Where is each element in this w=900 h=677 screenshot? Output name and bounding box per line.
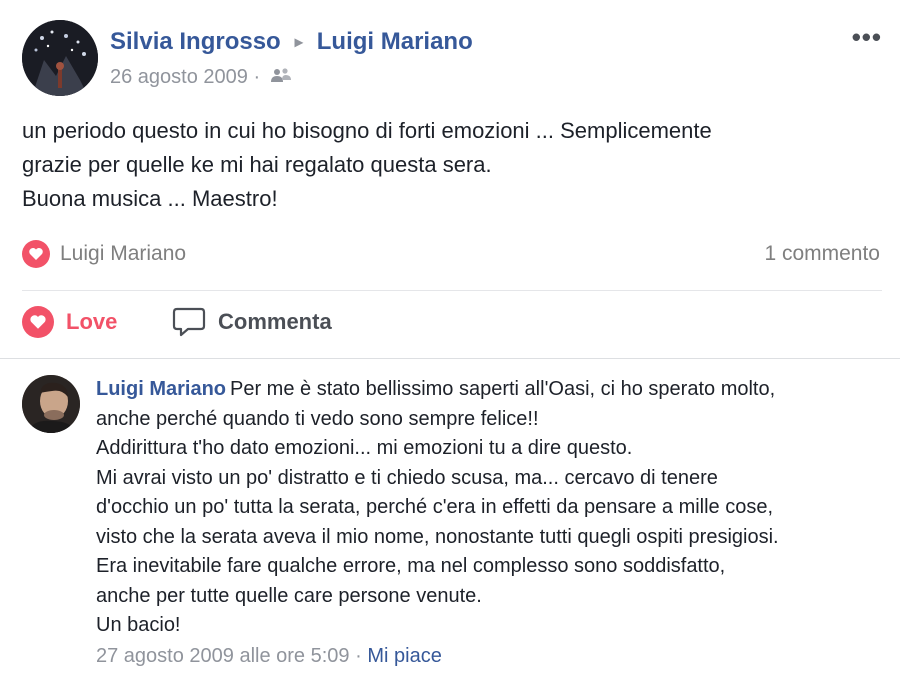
comment-line: Era inevitabile fare qualche errore, ma … [96, 555, 726, 577]
comment-count[interactable]: 1 commento [764, 242, 880, 266]
reactions-summary: Luigi Mariano 1 commento [22, 236, 882, 272]
post-date[interactable]: 26 agosto 2009 [110, 66, 248, 88]
friends-icon[interactable] [270, 66, 292, 89]
meta-dot: · [253, 66, 261, 88]
target-name[interactable]: Luigi Mariano [317, 28, 473, 55]
heart-icon[interactable] [22, 240, 50, 268]
post-text: un periodo questo in cui ho bisogno di f… [22, 114, 882, 216]
action-bar: Love Commenta [22, 300, 882, 348]
author-name[interactable]: Silvia Ingrosso [110, 28, 281, 55]
post-text-line: grazie per quelle ke mi hai regalato que… [22, 152, 492, 177]
post-text-line: Buona musica ... Maestro! [22, 186, 278, 211]
more-options-icon[interactable]: ••• [852, 22, 882, 53]
comment-line: Luigi Mariano Per me è stato bellissimo s… [96, 375, 886, 405]
comment-text: Per me è stato bellissimo saperti all'Oa… [230, 378, 776, 400]
comment-line: anche perché quando ti vedo sono sempre … [96, 407, 539, 430]
comment-line: d'occhio un po' tutta la serata, perché … [96, 496, 774, 518]
comment-like-link[interactable]: Mi piace [367, 645, 441, 667]
author-avatar[interactable] [22, 20, 98, 96]
comment-line: anche per tutte quelle care persone venu… [96, 584, 482, 607]
love-button[interactable]: Love [22, 306, 117, 338]
commenter-avatar[interactable] [22, 375, 80, 433]
comment-author[interactable]: Luigi Mariano [96, 378, 226, 400]
post-header: Silvia Ingrosso ▸ Luigi Mariano 26 agosto … [22, 20, 882, 100]
comment-line: visto che la serata aveva il mio nome, n… [96, 525, 779, 548]
comment-line: Addirittura t'ho dato emozioni... mi emo… [96, 437, 633, 459]
comment-line: Mi avrai visto un po' distratto e ti chi… [96, 466, 718, 489]
avatar-image [22, 20, 98, 96]
reactor-names[interactable]: Luigi Mariano [60, 242, 186, 266]
comment-button[interactable]: Commenta [172, 306, 332, 338]
comment-body: Luigi Mariano Per me è stato bellissimo s… [96, 375, 886, 641]
post-title: Silvia Ingrosso ▸ Luigi Mariano [110, 28, 473, 56]
separator-arrow-icon: ▸ [294, 34, 303, 51]
comment-meta: 27 agosto 2009 alle ore 5:09 · Mi piace [96, 645, 442, 668]
comment-label: Commenta [218, 309, 332, 334]
comment-bubble-icon [172, 307, 206, 337]
post-meta: 26 agosto 2009 · [110, 66, 292, 89]
love-label: Love [66, 309, 118, 334]
comments-section: Luigi Mariano Per me è stato bellissimo s… [0, 358, 900, 677]
divider [22, 290, 882, 291]
comment-line: Un bacio! [96, 614, 181, 636]
love-heart-icon [22, 306, 54, 338]
commenter-avatar-image [22, 375, 80, 433]
comment-meta-dot: · [355, 645, 362, 667]
post-text-line: un periodo questo in cui ho bisogno di f… [22, 118, 712, 143]
comment-timestamp[interactable]: 27 agosto 2009 alle ore 5:09 [96, 645, 350, 667]
